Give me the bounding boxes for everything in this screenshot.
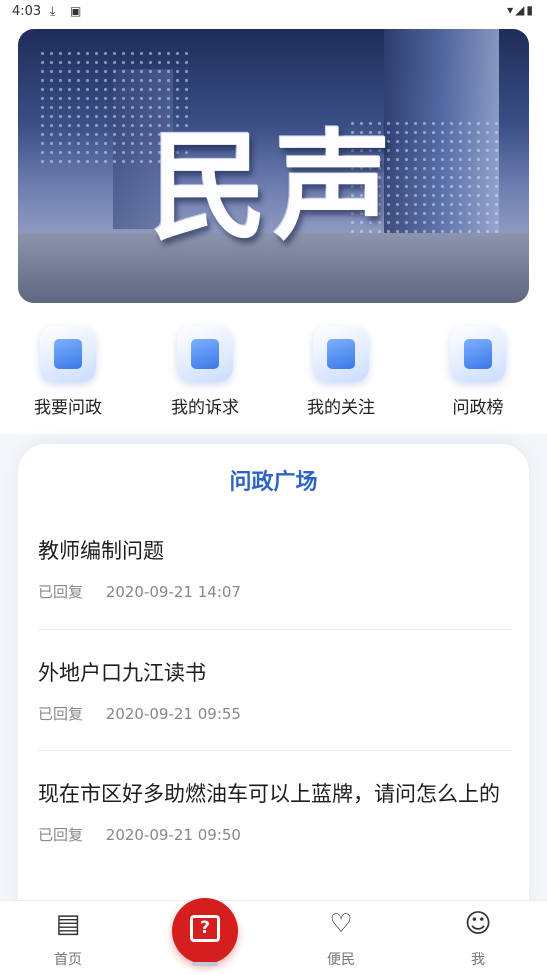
divider xyxy=(38,750,512,751)
list-item[interactable]: 外地户口九江读书 已回复 2020-09-21 09:55 xyxy=(38,656,512,724)
tab-label: 首页 xyxy=(54,952,82,968)
signal-icon: ▾◢▮ xyxy=(507,3,535,17)
fab-indicator xyxy=(192,962,218,966)
quick-action-label: 我的关注 xyxy=(307,398,375,418)
list-item[interactable]: 教师编制问题 已回复 2020-09-21 14:07 xyxy=(38,534,512,602)
question-time: 2020-09-21 14:07 xyxy=(105,583,241,601)
quick-action-label: 我要问政 xyxy=(34,398,102,418)
tab-me[interactable]: ☺ 我 xyxy=(438,909,518,969)
divider xyxy=(38,629,512,630)
question-icon: ? xyxy=(190,915,220,942)
status-time: 4:03 xyxy=(12,4,42,19)
reply-status: 已回复 xyxy=(38,583,84,601)
question-title: 外地户口九江读书 xyxy=(38,661,206,685)
my-appeal-icon xyxy=(177,326,233,382)
handshake-heart-icon: ♡ xyxy=(329,909,353,939)
reply-status: 已回复 xyxy=(38,705,84,723)
banner-title: 民声 xyxy=(149,117,398,256)
tab-home[interactable]: ▤ 首页 xyxy=(28,909,108,969)
question-time: 2020-09-21 09:55 xyxy=(105,705,241,723)
question-title: 教师编制问题 xyxy=(38,539,164,563)
plaza-card: 问政广场 教师编制问题 已回复 2020-09-21 14:07 外地户口九江读… xyxy=(18,444,529,914)
quick-action-label: 我的诉求 xyxy=(171,398,239,418)
quick-action-label: 问政榜 xyxy=(452,398,504,418)
home-news-icon: ▤ xyxy=(55,909,81,939)
tab-convenience[interactable]: ♡ 便民 xyxy=(301,909,381,969)
quick-action-follow[interactable]: 我的关注 xyxy=(291,326,391,418)
download-icon: ⤓ xyxy=(50,4,56,18)
question-time: 2020-09-21 09:50 xyxy=(105,826,241,844)
quick-action-ask[interactable]: 我要问政 xyxy=(18,326,118,418)
bottom-tab-bar: ▤ 首页 ♡ 便民 ☺ 我 xyxy=(0,900,547,975)
reply-status: 已回复 xyxy=(38,826,84,844)
ask-question-button[interactable]: ? xyxy=(172,898,238,966)
tab-label: 便民 xyxy=(327,952,355,968)
question-meta: 已回复 2020-09-21 09:55 xyxy=(38,703,512,724)
ask-government-icon xyxy=(40,326,96,382)
banner[interactable]: 民声 xyxy=(18,29,529,303)
status-bar: 4:03 ⤓ ▣ ▾◢▮ xyxy=(0,0,547,24)
my-follow-icon xyxy=(313,326,369,382)
quick-action-ranking[interactable]: 问政榜 xyxy=(428,326,528,418)
list-item[interactable]: 现在市区好多助燃油车可以上蓝牌，请问怎么上的 已回复 2020-09-21 09… xyxy=(38,777,512,845)
question-meta: 已回复 2020-09-21 09:50 xyxy=(38,824,512,845)
question-meta: 已回复 2020-09-21 14:07 xyxy=(38,581,512,602)
notification-icon: ▣ xyxy=(70,4,82,18)
plaza-title: 问政广场 xyxy=(229,469,318,495)
question-title: 现在市区好多助燃油车可以上蓝牌，请问怎么上的 xyxy=(38,782,500,806)
ranking-icon xyxy=(450,326,506,382)
quick-action-appeal[interactable]: 我的诉求 xyxy=(155,326,255,418)
tab-label: 我 xyxy=(471,952,485,968)
profile-icon: ☺ xyxy=(464,909,492,939)
